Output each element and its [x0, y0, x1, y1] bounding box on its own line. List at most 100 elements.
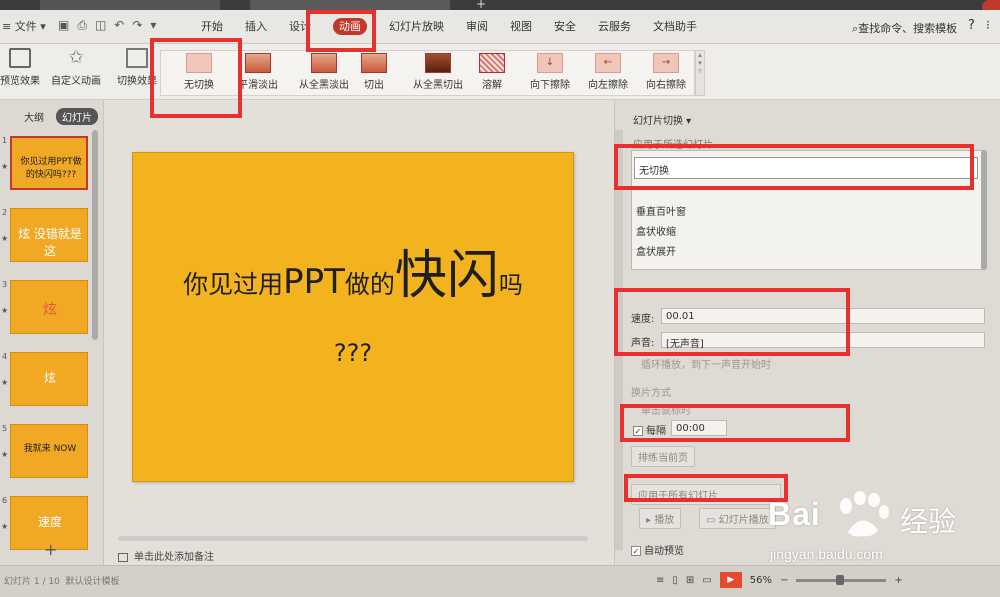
pane-title[interactable]: 幻灯片切换 ▾ [633, 112, 691, 127]
play-slideshow-icon[interactable]: ▶ [719, 572, 742, 588]
slideshow-button[interactable]: ▭ 幻灯片播放 [699, 508, 776, 529]
transition-thumb [245, 53, 271, 73]
transition-wipe-right[interactable]: → 向右擦除 [639, 53, 693, 91]
highlight-no-transition [150, 38, 242, 118]
slide-thumb-2[interactable]: 2 ★ 炫 没错就是这 [0, 206, 96, 266]
undo-icon[interactable]: ↶ [114, 18, 124, 33]
notes-view-icon[interactable]: ≡ [656, 575, 664, 586]
arrow-right-icon: → [653, 53, 679, 73]
zoom-knob[interactable] [836, 574, 845, 585]
quick-access-toolbar: ▣ ⎙ ◫ ↶ ↷ ▾ [58, 18, 156, 33]
thumbnails-scrollbar[interactable] [92, 130, 98, 340]
preview-effect-button[interactable]: 预览效果 [0, 48, 40, 87]
custom-animation-button[interactable]: ✩ 自定义动画 [48, 47, 104, 88]
slide-subtitle-text[interactable]: ??? [133, 339, 573, 367]
transition-thumb [311, 53, 337, 73]
current-slide[interactable]: 你见过用PPT做的快闪吗 ??? [132, 152, 574, 482]
tab-slides[interactable]: 幻灯片 [56, 108, 98, 125]
arrow-left-icon: ← [595, 53, 621, 73]
tab-slideshow[interactable]: 幻灯片放映 [378, 10, 455, 44]
rehearse-button[interactable]: 排练当前页 [631, 446, 695, 467]
view-controls: ≡ ▯ ⊞ ▭ ▶ 56% − + [656, 572, 903, 588]
zoom-level[interactable]: 56% [750, 575, 772, 586]
tab-review[interactable]: 审阅 [455, 10, 499, 44]
status-info: 幻灯片 1 / 10 默认设计模板 [4, 577, 120, 587]
notes-icon [118, 552, 128, 562]
customize-icon[interactable]: ▾ [150, 18, 156, 33]
search-command[interactable]: ⌕查找命令、搜索模板 [852, 20, 957, 36]
play-button[interactable]: ▸ 播放 [639, 508, 682, 529]
auto-preview-option[interactable]: ✓ 自动预览 [631, 542, 684, 557]
document-tab[interactable] [40, 0, 220, 10]
tab-doc-assistant[interactable]: 文档助手 [642, 10, 708, 44]
print-preview-icon[interactable]: ◫ [95, 18, 106, 33]
transition-wipe-left[interactable]: ← 向左擦除 [581, 53, 635, 91]
reading-view-icon[interactable]: ▭ [702, 575, 711, 586]
help-icon[interactable]: ? [968, 18, 975, 33]
preview-icon [9, 48, 31, 68]
sorter-view-icon[interactable]: ⊞ [686, 575, 694, 586]
baidu-paw-logo [840, 491, 889, 537]
horizontal-scrollbar[interactable] [118, 536, 588, 541]
document-tab-active[interactable] [250, 0, 450, 10]
transition-cut-black[interactable]: 从全黑切出 [403, 53, 473, 91]
save-icon[interactable]: ▣ [58, 18, 69, 33]
tab-view[interactable]: 视图 [499, 10, 543, 44]
redo-icon[interactable]: ↷ [132, 18, 142, 33]
animation-star-icon: ★ [1, 522, 9, 531]
tab-outline[interactable]: 大纲 [18, 108, 50, 125]
thumb-slide: 你见过用PPT做的快闪吗??? [10, 136, 88, 190]
tab-security[interactable]: 安全 [543, 10, 587, 44]
animation-star-icon: ★ [1, 306, 9, 315]
list-item-blinds[interactable]: 垂直百叶窗 [636, 203, 686, 218]
slide-editing-area: 你见过用PPT做的快闪吗 ??? 单击此处添加备注 [104, 100, 614, 565]
slide-thumb-4[interactable]: 4 ★ 炫 [0, 350, 96, 410]
transition-dissolve[interactable]: 溶解 [475, 53, 509, 91]
loop-sound-option[interactable]: 循环播放，到下一声音开始时 [641, 356, 771, 371]
thumb-slide: 我就来 NOW [10, 424, 88, 478]
gallery-scroll[interactable]: ▴ ▾ ▿ [695, 50, 705, 96]
slide-thumb-3[interactable]: 3 ★ 炫 [0, 278, 96, 338]
slide-title-text[interactable]: 你见过用PPT做的快闪吗 [133, 233, 573, 308]
switch-icon [126, 48, 148, 68]
animation-star-icon: ★ [1, 450, 9, 459]
add-slide-button[interactable]: + [44, 540, 57, 559]
panel-tabs: 大纲 幻灯片 [18, 108, 98, 125]
zoom-out-button[interactable]: − [780, 575, 788, 586]
animation-star-icon: ★ [1, 162, 9, 171]
switch-mode-heading: 换片方式 [631, 388, 671, 399]
slide-thumb-1[interactable]: 1 ★ 你见过用PPT做的快闪吗??? [0, 134, 96, 194]
title-tab-strip: + [0, 0, 1000, 14]
zoom-slider[interactable] [796, 574, 887, 585]
highlight-animation-tab [306, 10, 376, 52]
normal-view-icon[interactable]: ▯ [672, 575, 678, 586]
thumb-slide: 炫 [10, 280, 88, 334]
ribbon-tabs: 开始 插入 设计 动画 幻灯片放映 审阅 视图 安全 云服务 文档助手 [190, 10, 708, 44]
highlight-speed-sound [614, 288, 850, 356]
transition-fade-black[interactable]: 从全黑淡出 [289, 53, 359, 91]
list-item-box-in[interactable]: 盒状收缩 [636, 223, 676, 238]
baidu-jingyan-watermark: Bai 经验 jingyan.baidu.com [768, 488, 994, 572]
print-icon[interactable]: ⎙ [77, 18, 87, 33]
list-scrollbar[interactable] [981, 150, 987, 270]
transition-thumb [425, 53, 451, 73]
tab-cloud[interactable]: 云服务 [587, 10, 642, 44]
file-menu[interactable]: ≡ 文件 ▾ [2, 18, 46, 34]
animation-star-icon: ★ [1, 378, 9, 387]
transition-cut[interactable]: 切出 [357, 53, 391, 91]
transition-thumb [479, 53, 505, 73]
transition-wipe-down[interactable]: ↓ 向下擦除 [523, 53, 577, 91]
animation-star-icon: ★ [1, 234, 9, 243]
highlight-every-timer [620, 404, 850, 442]
list-item-box-out[interactable]: 盒状展开 [636, 243, 676, 258]
slide-thumb-5[interactable]: 5 ★ 我就来 NOW [0, 422, 96, 482]
more-icon[interactable]: ⁝ [986, 18, 990, 32]
zoom-in-button[interactable]: + [894, 575, 902, 586]
checkbox-icon[interactable]: ✓ [631, 546, 641, 556]
star-icon: ✩ [68, 47, 84, 68]
slides-panel: 大纲 幻灯片 1 ★ 你见过用PPT做的快闪吗??? 2 ★ 炫 没错就是这 3… [0, 100, 104, 565]
notes-placeholder[interactable]: 单击此处添加备注 [118, 548, 214, 563]
highlight-apply-all [624, 474, 788, 502]
transition-thumb [361, 53, 387, 73]
highlight-transition-list [614, 144, 974, 190]
